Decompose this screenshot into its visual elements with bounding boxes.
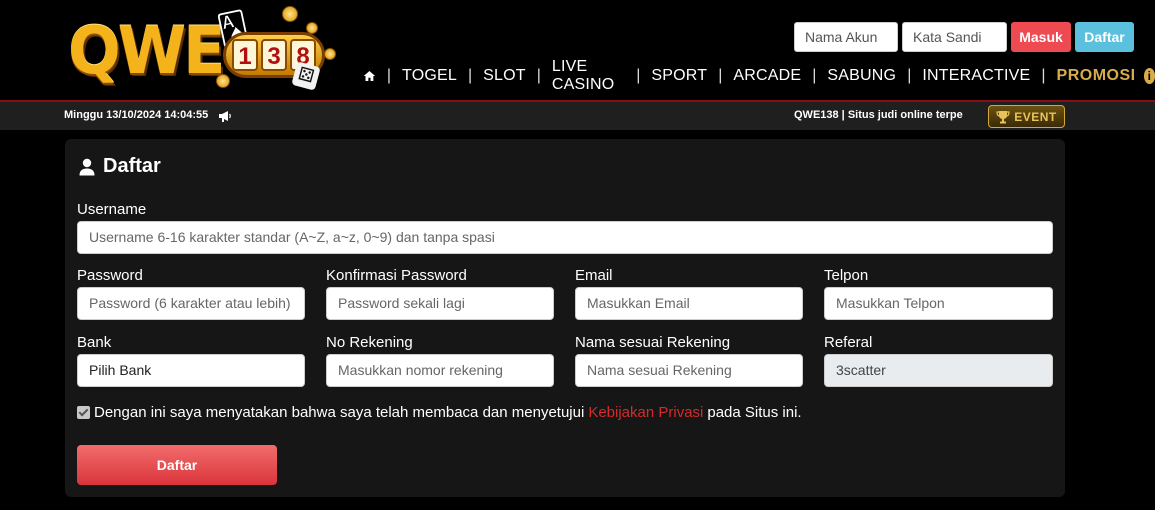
bank-label: Bank	[77, 334, 112, 351]
register-title-text: Daftar	[103, 155, 161, 177]
trophy-icon	[996, 110, 1010, 123]
info-icon[interactable]: i	[1143, 68, 1155, 84]
main-nav: | TOGEL | SLOT | LIVE CASINO | SPORT | A…	[363, 58, 1155, 93]
nav-item-arcade[interactable]: ARCADE	[733, 67, 801, 85]
account-number-label: No Rekening	[326, 334, 413, 351]
agreement-row: Dengan ini saya menyatakan bahwa saya te…	[77, 404, 802, 421]
account-name-label: Nama sesuai Rekening	[575, 334, 731, 351]
logo-wordmark: QWE	[68, 12, 225, 89]
logo-digit: 3	[261, 39, 287, 71]
account-name-input[interactable]: Nama sesuai Rekening	[575, 354, 803, 387]
login-username-input[interactable]: Nama Akun	[794, 22, 898, 52]
agree-checkbox[interactable]	[77, 406, 90, 419]
nav-item-sport[interactable]: SPORT	[651, 67, 707, 85]
phone-label: Telpon	[824, 267, 869, 284]
announcement-marquee: QWE138 | Situs judi online terpe	[794, 109, 963, 121]
register-button[interactable]: Daftar	[1075, 22, 1134, 52]
register-title: Daftar	[79, 155, 161, 178]
email-input[interactable]: Masukkan Email	[575, 287, 803, 320]
home-icon[interactable]	[363, 67, 376, 85]
nav-item-slot[interactable]: SLOT	[483, 67, 526, 85]
nav-item-sabung[interactable]: SABUNG	[827, 67, 896, 85]
event-label: EVENT	[1014, 109, 1057, 124]
nav-separator: |	[467, 67, 473, 84]
login-password-input[interactable]: Kata Sandi	[902, 22, 1007, 52]
coin-icon	[216, 74, 230, 88]
nav-item-live-casino[interactable]: LIVE CASINO	[552, 58, 625, 94]
nav-separator: |	[718, 67, 723, 84]
username-input[interactable]: Username 6-16 karakter standar (A~Z, a~z…	[77, 221, 1053, 254]
coin-icon	[324, 48, 336, 60]
current-datetime: Minggu 13/10/2024 14:04:55	[64, 109, 209, 121]
nav-separator: |	[386, 67, 392, 84]
agree-text: Dengan ini saya menyatakan bahwa saya te…	[94, 404, 585, 421]
confirm-password-label: Konfirmasi Password	[326, 267, 467, 284]
referral-input: 3scatter	[824, 354, 1053, 387]
login-button[interactable]: Masuk	[1011, 22, 1071, 52]
nav-separator: |	[907, 67, 912, 84]
user-icon	[79, 158, 95, 175]
ticker-bar: Minggu 13/10/2024 14:04:55 QWE138 | Situ…	[0, 102, 1155, 130]
bank-select[interactable]: Pilih Bank	[77, 354, 305, 387]
nav-separator: |	[1041, 67, 1046, 84]
nav-separator: |	[636, 67, 641, 84]
nav-item-togel[interactable]: TOGEL	[402, 67, 457, 85]
phone-input[interactable]: Masukkan Telpon	[824, 287, 1053, 320]
event-button[interactable]: EVENT	[988, 105, 1065, 128]
megaphone-icon	[219, 111, 231, 122]
dice-icon: ⚄	[291, 61, 321, 91]
coin-icon	[306, 22, 318, 34]
agree-text-suffix: pada Situs ini.	[707, 404, 802, 421]
privacy-policy-link[interactable]: Kebijakan Privasi	[588, 404, 703, 421]
site-logo[interactable]: QWE 🂡 1 3 8 ⚄	[66, 4, 336, 96]
email-label: Email	[575, 267, 613, 284]
register-submit-button[interactable]: Daftar	[77, 445, 277, 485]
nav-separator: |	[812, 67, 817, 84]
site-header: QWE 🂡 1 3 8 ⚄ Nama Akun Kata Sandi Masuk…	[0, 0, 1155, 100]
password-input[interactable]: Password (6 karakter atau lebih)	[77, 287, 305, 320]
logo-digit: 1	[232, 39, 258, 71]
password-label: Password	[77, 267, 143, 284]
nav-item-promosi[interactable]: PROMOSI	[1057, 67, 1136, 85]
account-number-input[interactable]: Masukkan nomor rekening	[326, 354, 554, 387]
nav-separator: |	[536, 67, 541, 84]
confirm-password-input[interactable]: Password sekali lagi	[326, 287, 554, 320]
referral-label: Referal	[824, 334, 873, 351]
nav-item-interactive[interactable]: INTERACTIVE	[922, 67, 1030, 85]
coin-icon	[282, 6, 298, 22]
username-label: Username	[77, 201, 147, 218]
